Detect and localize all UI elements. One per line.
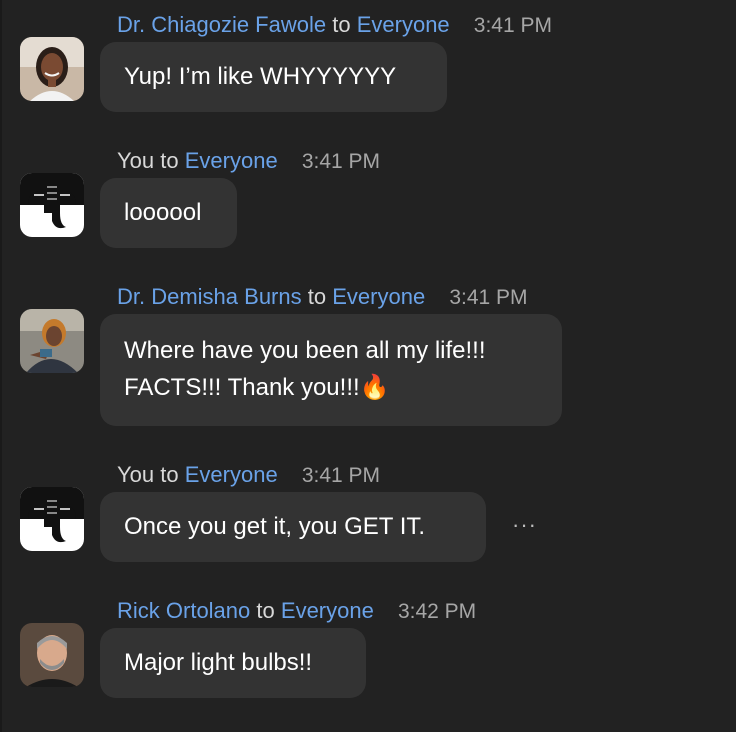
recipient-name[interactable]: Everyone	[332, 284, 425, 309]
elephant-logo-icon	[20, 173, 84, 237]
recipient-name[interactable]: Everyone	[185, 462, 278, 487]
sender-name[interactable]: Dr. Chiagozie Fawole	[117, 12, 326, 37]
recipient-name[interactable]: Everyone	[357, 12, 450, 37]
message-time: 3:41 PM	[449, 286, 528, 309]
message-bubble[interactable]: Major light bulbs!!	[100, 628, 366, 698]
elephant-logo-icon	[20, 487, 84, 551]
message-header: You to Everyone 3:41 PM	[117, 146, 380, 176]
avatar-photo-icon	[20, 37, 84, 101]
message-bubble[interactable]: Yup! I’m like WHYYYYYY	[100, 42, 447, 112]
message-text-line: loooool	[124, 199, 202, 226]
sender-name[interactable]: Rick Ortolano	[117, 598, 250, 623]
chat-panel: Dr. Chiagozie Fawole to Everyone 3:41 PM…	[0, 0, 736, 732]
to-word: to	[160, 462, 179, 487]
message-time: 3:41 PM	[301, 464, 381, 487]
ellipsis-icon: ···	[512, 512, 537, 537]
sender-name[interactable]: Dr. Demisha Burns	[117, 284, 302, 309]
message-time: 3:41 PM	[473, 14, 553, 37]
message-text-line: FACTS!!! Thank you!!!🔥	[124, 374, 390, 401]
message-bubble[interactable]: Once you get it, you GET IT.	[100, 492, 486, 562]
message-text-line: Where have you been all my life!!!	[124, 337, 486, 364]
recipient-name[interactable]: Everyone	[281, 598, 374, 623]
avatar[interactable]	[20, 37, 84, 101]
message-bubble[interactable]: Where have you been all my life!!! FACTS…	[100, 314, 562, 426]
avatar[interactable]	[20, 173, 84, 237]
more-options-button[interactable]: ···	[512, 512, 537, 538]
message-header: Dr. Demisha Burns to Everyone 3:41 PM	[117, 282, 528, 312]
to-word: to	[160, 148, 179, 173]
message-text-line: Major light bulbs!!	[124, 649, 313, 676]
to-word: to	[332, 12, 351, 37]
message-time: 3:42 PM	[397, 600, 477, 623]
recipient-name[interactable]: Everyone	[185, 148, 278, 173]
message-header: You to Everyone 3:41 PM	[117, 460, 380, 490]
sender-name: You	[117, 148, 155, 173]
to-word: to	[256, 598, 275, 623]
avatar-photo-icon	[20, 623, 84, 687]
sender-name: You	[117, 462, 155, 487]
panel-edge	[0, 0, 2, 732]
avatar[interactable]	[20, 623, 84, 687]
message-time: 3:41 PM	[301, 150, 381, 173]
message-bubble[interactable]: loooool	[100, 178, 237, 248]
message-text-line: Once you get it, you GET IT.	[124, 513, 426, 540]
to-word: to	[307, 284, 327, 309]
message-text-line: Yup! I’m like WHYYYYYY	[124, 63, 397, 90]
avatar[interactable]	[20, 309, 84, 373]
avatar-photo-icon	[20, 309, 84, 373]
message-header: Rick Ortolano to Everyone 3:42 PM	[117, 596, 476, 626]
avatar[interactable]	[20, 487, 84, 551]
message-header: Dr. Chiagozie Fawole to Everyone 3:41 PM	[117, 10, 552, 40]
